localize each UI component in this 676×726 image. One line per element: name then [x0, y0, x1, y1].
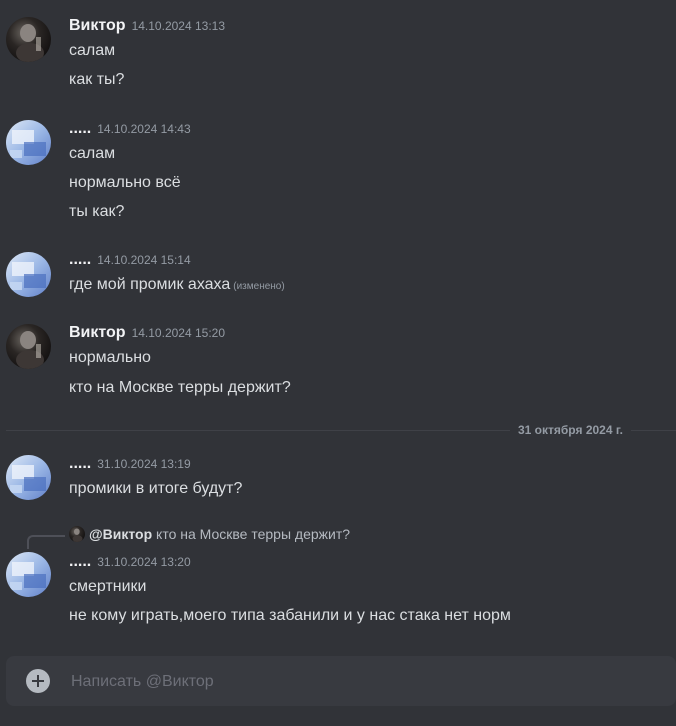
avatar[interactable]: [6, 17, 51, 62]
message-composer: [6, 656, 676, 708]
message-text: не кому играть,моего типа забанили и у н…: [69, 607, 511, 624]
blue-image-avatar-icon: [6, 120, 51, 165]
avatar[interactable]: [6, 324, 51, 369]
message-header: ..... 14.10.2024 14:43: [69, 120, 191, 140]
timestamp[interactable]: 14.10.2024 15:20: [132, 326, 225, 340]
reply-spine: [27, 535, 65, 549]
author-name[interactable]: Виктор: [69, 324, 126, 341]
reply-author[interactable]: @Виктор: [89, 526, 152, 542]
reply-text: кто на Москве терры держит?: [156, 526, 351, 542]
message-header: Виктор 14.10.2024 13:13: [69, 17, 225, 37]
timestamp[interactable]: 31.10.2024 13:20: [97, 555, 190, 569]
message-text: нормально всё: [69, 174, 181, 191]
reply-avatar: [69, 526, 85, 542]
date-divider-label: 31 октября 2024 г.: [510, 423, 631, 437]
message-text: нормально: [69, 349, 151, 366]
plus-circle-icon[interactable]: [26, 669, 50, 693]
timestamp[interactable]: 14.10.2024 14:43: [97, 122, 190, 136]
dark-figure-avatar-icon: [6, 324, 51, 369]
message-header: ..... 14.10.2024 15:14: [69, 251, 191, 271]
author-name[interactable]: .....: [69, 251, 91, 268]
author-name[interactable]: .....: [69, 120, 91, 137]
timestamp[interactable]: 31.10.2024 13:19: [97, 457, 190, 471]
blue-image-avatar-icon: [6, 252, 51, 297]
timestamp[interactable]: 14.10.2024 15:14: [97, 253, 190, 267]
avatar[interactable]: [6, 455, 51, 500]
dark-figure-avatar-icon: [6, 17, 51, 62]
avatar[interactable]: [6, 120, 51, 165]
author-name[interactable]: .....: [69, 455, 91, 472]
message-header: ..... 31.10.2024 13:19: [69, 455, 191, 475]
message-list: Виктор 14.10.2024 13:13 салам как ты? ...…: [0, 0, 676, 650]
message-header: ..... 31.10.2024 13:20: [69, 553, 191, 573]
edited-label: (изменено): [233, 281, 285, 292]
dark-figure-avatar-icon: [69, 526, 85, 542]
message-text: кто на Москве терры держит?: [69, 379, 291, 396]
message-text: как ты?: [69, 71, 125, 88]
message-header: Виктор 14.10.2024 15:20: [69, 324, 225, 344]
message-text: смертники: [69, 578, 147, 595]
avatar[interactable]: [6, 552, 51, 597]
author-name[interactable]: Виктор: [69, 17, 126, 34]
reply-preview[interactable]: @Виктор кто на Москве терры держит?: [69, 526, 350, 544]
message-text: промики в итоге будут?: [69, 480, 243, 497]
message-text: салам: [69, 42, 116, 59]
message-text: где мой промик ахаха (изменено): [69, 275, 285, 297]
message-input[interactable]: [69, 656, 653, 708]
author-name[interactable]: .....: [69, 553, 91, 570]
blue-image-avatar-icon: [6, 552, 51, 597]
message-text: ты как?: [69, 203, 125, 220]
message-text-content: где мой промик ахаха: [69, 276, 231, 293]
avatar[interactable]: [6, 252, 51, 297]
blue-image-avatar-icon: [6, 455, 51, 500]
message-text: салам: [69, 145, 116, 162]
timestamp[interactable]: 14.10.2024 13:13: [132, 19, 225, 33]
